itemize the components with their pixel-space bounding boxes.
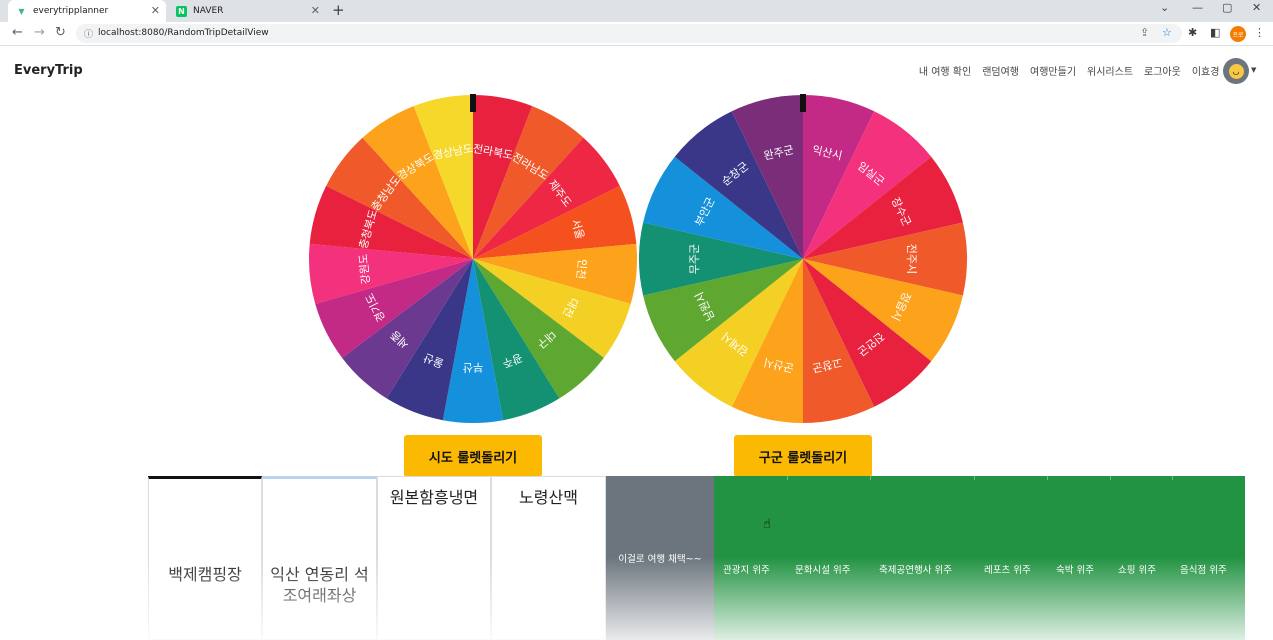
wheel-slice-label: 부산 (463, 361, 483, 374)
gugun-spin-button[interactable]: 구군 룰렛돌리기 (734, 435, 872, 477)
tab-title: NAVER (193, 6, 224, 16)
divider (787, 476, 788, 480)
tab-title: everytripplanner (33, 6, 109, 16)
result-card-row: 백제캠핑장 익산 연동리 석조여래좌상 원본함흥냉면 노령산맥 이걸로 여행 채… (148, 476, 1245, 640)
category-shopping-button[interactable]: 쇼핑 위주 (1118, 562, 1156, 576)
browser-tab-bar: ▼ everytripplanner ✕ N NAVER ✕ + ⌄ — ▢ ✕ (0, 0, 1273, 22)
menu-kebab-icon[interactable]: ⋮ (1254, 26, 1265, 39)
nav-my-trips[interactable]: 내 여행 확인 (919, 63, 971, 78)
new-tab-icon[interactable]: + (332, 1, 345, 19)
nav-random-trip[interactable]: 랜덤여행 (982, 63, 1019, 78)
gugun-roulette-wheel[interactable]: 익산시임실군장수군전주시정읍시진안군고창군군산시김제시남원시무주군부안군순창군완… (638, 94, 968, 424)
mouse-cursor-icon: ☝ (763, 517, 771, 532)
chevron-down-icon[interactable]: ▼ (1251, 66, 1256, 74)
wheel-slice-label: 인천 (574, 258, 590, 279)
wheel-pointer-icon (800, 94, 806, 112)
wheel-slice-label: 전주시 (905, 244, 918, 274)
extensions-icon[interactable]: ✱ (1188, 26, 1197, 39)
address-bar: ← → ↻ ⓘ localhost:8080/RandomTripDetailV… (0, 22, 1273, 46)
place-card[interactable]: 노령산맥 (491, 476, 606, 640)
divider (1047, 476, 1048, 480)
sido-roulette-wheel[interactable]: 전라북도전라남도제주도서울인천대전대구광주부산울산세종경기도강원도충청북도충청남… (308, 94, 638, 424)
maximize-icon[interactable]: ▢ (1222, 1, 1232, 14)
profile-avatar[interactable]: 프로 (1230, 26, 1246, 42)
url-text: localhost:8080/RandomTripDetailView (98, 28, 269, 38)
place-card-title: 원본함흥냉면 (389, 488, 479, 507)
vue-logo-icon: ▼ (18, 6, 25, 16)
window-close-icon[interactable]: ✕ (1252, 1, 1261, 14)
nav-make-trip[interactable]: 여행만들기 (1030, 63, 1076, 78)
category-culture-button[interactable]: 문화시설 위주 (795, 562, 850, 576)
place-card[interactable]: 원본함흥냉면 (377, 476, 491, 640)
bookmark-star-icon[interactable]: ☆ (1162, 26, 1172, 39)
browser-tab-naver[interactable]: N NAVER ✕ (168, 0, 326, 22)
share-icon[interactable]: ⇪ (1140, 26, 1149, 39)
place-card[interactable]: 백제캠핑장 (148, 476, 262, 640)
close-tab-icon[interactable]: ✕ (311, 4, 320, 17)
naver-logo-icon: N (176, 5, 187, 17)
back-icon[interactable]: ← (12, 25, 23, 40)
category-tourism-button[interactable]: 관광지 위주 (723, 562, 770, 576)
reload-icon[interactable]: ↻ (55, 25, 66, 40)
category-lodging-button[interactable]: 숙박 위주 (1056, 562, 1094, 576)
url-field[interactable]: ⓘ localhost:8080/RandomTripDetailView ⇪ … (76, 24, 1182, 43)
forward-icon[interactable]: → (34, 25, 45, 40)
wheel-slice-label: 무주군 (688, 244, 701, 274)
place-card-title: 백제캠핑장 (168, 565, 242, 584)
close-tab-icon[interactable]: ✕ (151, 4, 160, 17)
divider (1110, 476, 1111, 480)
nav-wishlist[interactable]: 위시리스트 (1087, 63, 1133, 78)
user-avatar[interactable]: ◡ (1223, 58, 1249, 84)
top-navigation: 내 여행 확인 랜덤여행 여행만들기 위시리스트 로그아웃 이효경 님, (919, 63, 1235, 78)
tab-search-icon[interactable]: ⌄ (1160, 1, 1169, 14)
divider (1172, 476, 1173, 480)
brand-logo[interactable]: EveryTrip (14, 63, 83, 78)
wheel-slice-label: 강원도 (357, 253, 373, 284)
place-card[interactable]: 익산 연동리 석조여래좌상 (262, 476, 377, 640)
place-card-title: 노령산맥 (519, 488, 578, 507)
adopt-trip-button[interactable]: 이걸로 여행 채택~~ (606, 476, 714, 640)
sido-spin-button[interactable]: 시도 룰렛돌리기 (404, 435, 542, 477)
site-info-icon[interactable]: ⓘ (84, 27, 93, 40)
category-leports-button[interactable]: 레포츠 위주 (984, 562, 1031, 576)
wheel-pointer-icon (470, 94, 476, 112)
category-festival-button[interactable]: 축제공연행사 위주 (879, 562, 952, 576)
divider (974, 476, 975, 480)
category-food-button[interactable]: 음식점 위주 (1180, 562, 1227, 576)
side-panel-icon[interactable]: ◧ (1210, 26, 1220, 39)
browser-tab-active[interactable]: ▼ everytripplanner ✕ (8, 0, 166, 22)
divider (870, 476, 871, 480)
minimize-icon[interactable]: — (1192, 1, 1203, 14)
emoji-face-icon: ◡ (1228, 63, 1244, 79)
category-filter-bar: 관광지 위주 문화시설 위주 축제공연행사 위주 레포츠 위주 숙박 위주 쇼핑… (714, 476, 1245, 640)
place-card-title: 익산 연동리 석조여래좌상 (270, 565, 369, 605)
nav-logout[interactable]: 로그아웃 (1144, 63, 1181, 78)
page-content: EveryTrip 내 여행 확인 랜덤여행 여행만들기 위시리스트 로그아웃 … (0, 47, 1273, 640)
